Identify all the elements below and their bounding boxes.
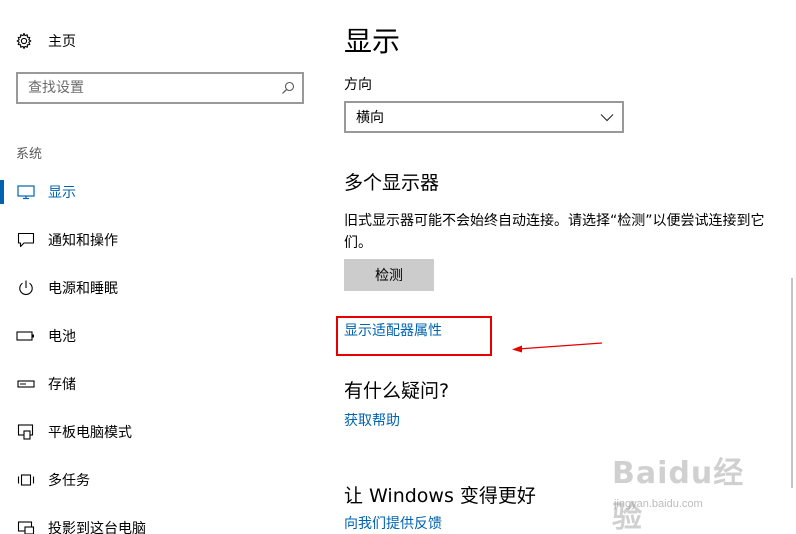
- tablet-mode-icon: [16, 422, 36, 442]
- sidebar-item-notifications[interactable]: 通知和操作: [0, 216, 320, 264]
- storage-icon: [16, 374, 36, 394]
- sidebar-item-label: 投影到这台电脑: [48, 521, 146, 534]
- get-help-link[interactable]: 获取帮助: [344, 410, 400, 430]
- sidebar-item-label: 多任务: [48, 473, 90, 489]
- battery-icon: [16, 326, 36, 346]
- make-windows-better-heading: 让 Windows 变得更好: [344, 485, 536, 507]
- orientation-value: 横向: [356, 110, 384, 126]
- sidebar-item-label: 显示: [48, 185, 76, 201]
- sidebar-item-tablet-mode[interactable]: 平板电脑模式: [0, 408, 320, 456]
- multitask-icon: [16, 470, 36, 490]
- sidebar-item-multitasking[interactable]: 多任务: [0, 456, 320, 504]
- active-indicator: [0, 180, 4, 204]
- settings-search-box[interactable]: [16, 72, 304, 104]
- search-icon[interactable]: [274, 74, 302, 102]
- project-icon: [16, 518, 36, 534]
- sidebar-item-label: 存储: [48, 377, 76, 393]
- sidebar-item-display[interactable]: 显示: [0, 168, 320, 216]
- annotation-highlight-box: [336, 316, 492, 356]
- watermark-url: jingyan.baidu.com: [614, 498, 703, 510]
- power-icon: [16, 278, 36, 298]
- questions-heading: 有什么疑问?: [344, 380, 450, 402]
- sidebar-item-label: 通知和操作: [48, 233, 118, 249]
- monitor-icon: [16, 182, 36, 202]
- sidebar-item-label: 电源和睡眠: [48, 281, 118, 297]
- multiple-displays-heading: 多个显示器: [344, 172, 440, 194]
- chevron-down-icon: [600, 112, 614, 122]
- gear-icon: [14, 31, 34, 51]
- page-title: 显示: [344, 25, 401, 58]
- detect-button[interactable]: 检测: [344, 259, 434, 291]
- home-label: 主页: [48, 34, 76, 50]
- scrollbar-thumb[interactable]: [791, 278, 793, 488]
- search-input[interactable]: [18, 74, 274, 102]
- give-feedback-link[interactable]: 向我们提供反馈: [344, 513, 442, 533]
- sidebar-item-label: 电池: [48, 329, 76, 345]
- multiple-displays-description: 旧式显示器可能不会始终自动连接。请选择“检测”以便尝试连接到它们。: [344, 213, 765, 251]
- sidebar-nav: 显示 通知和操作 电源和睡眠 电池 存储 平板电脑模式 多任务 投影到这台电脑: [0, 168, 320, 534]
- orientation-label: 方向: [344, 77, 372, 93]
- sidebar-item-power[interactable]: 电源和睡眠: [0, 264, 320, 312]
- orientation-dropdown[interactable]: 横向: [344, 101, 624, 133]
- sidebar-item-project[interactable]: 投影到这台电脑: [0, 504, 320, 534]
- message-icon: [16, 230, 36, 250]
- sidebar-item-battery[interactable]: 电池: [0, 312, 320, 360]
- annotation-arrow: [512, 342, 603, 353]
- settings-sidebar: 主页 系统 显示 通知和操作 电源和睡眠: [0, 0, 320, 534]
- section-label-system: 系统: [16, 147, 43, 162]
- baidu-watermark: Baidu经验 jingyan.baidu.com: [612, 448, 762, 534]
- home-nav-item[interactable]: 主页: [14, 28, 76, 54]
- watermark-brand: Baidu经验: [612, 456, 745, 534]
- sidebar-item-storage[interactable]: 存储: [0, 360, 320, 408]
- scrollbar[interactable]: [788, 0, 796, 534]
- sidebar-item-label: 平板电脑模式: [48, 425, 132, 441]
